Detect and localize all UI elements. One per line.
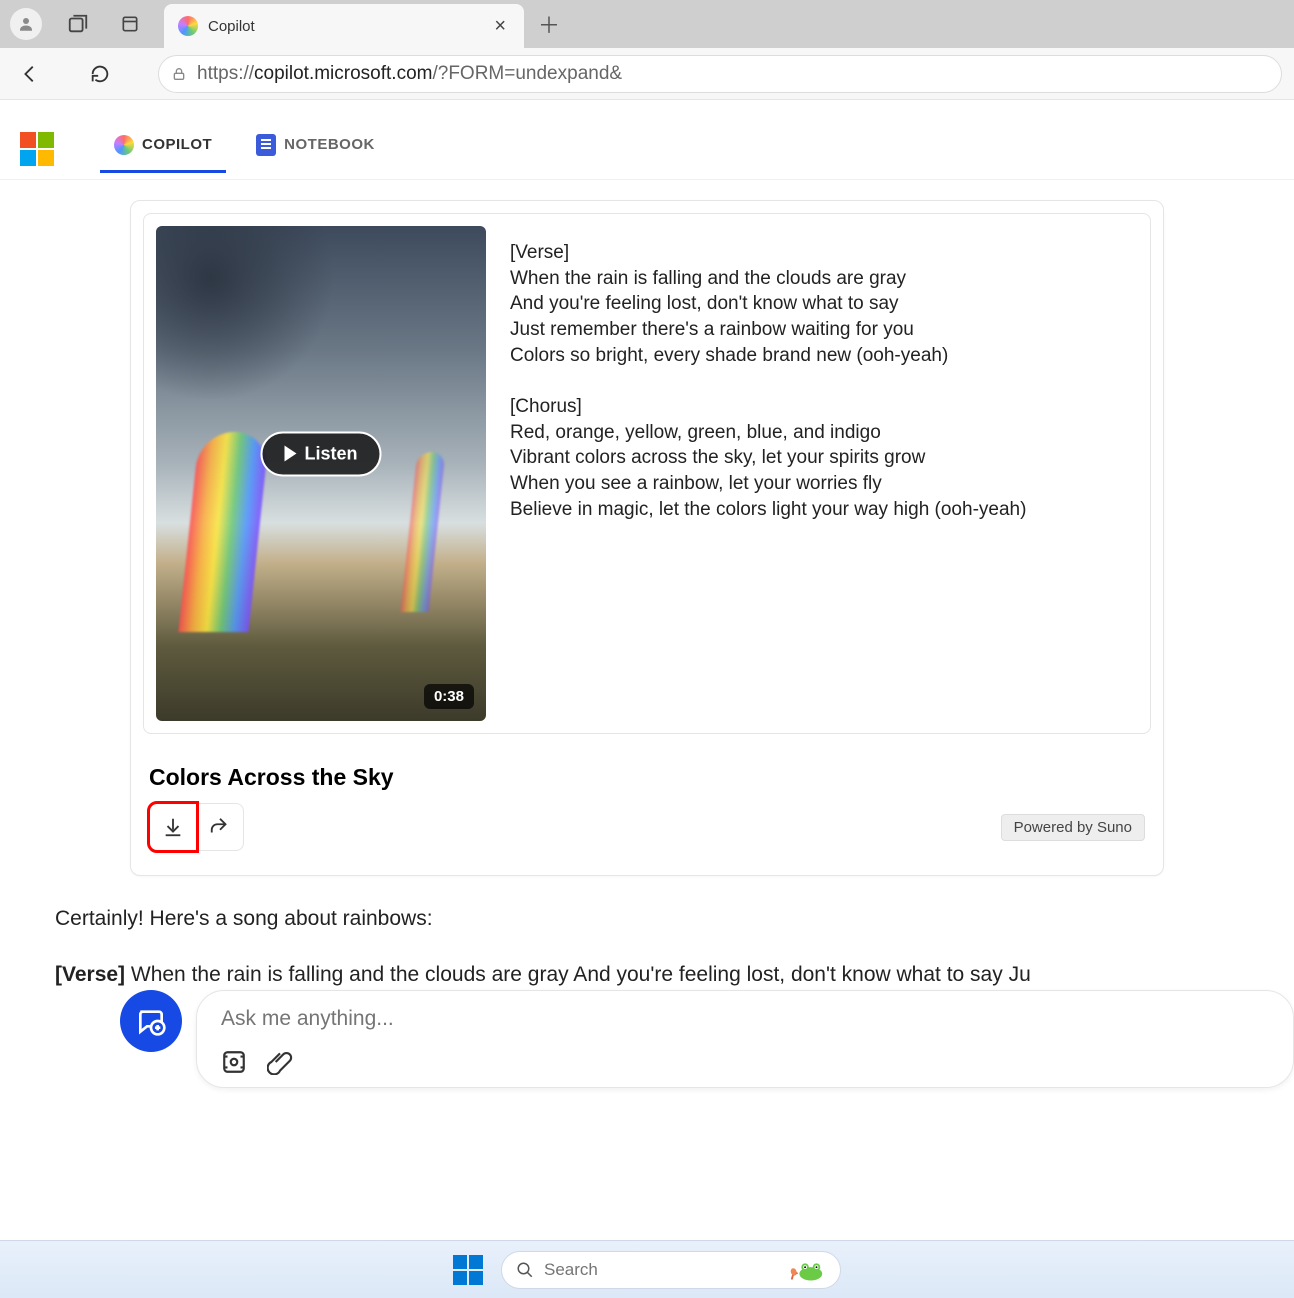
page-tabs: COPILOT NOTEBOOK [0,100,1294,180]
verse-tag: [Verse] [55,963,125,986]
verse-inline-row: [Verse] When the rain is falling and the… [55,960,1274,990]
tab-notebook-label: NOTEBOOK [284,136,375,153]
url-text: https://copilot.microsoft.com/?FORM=unde… [197,63,622,85]
share-icon [209,816,231,838]
verse-lines: When the rain is falling and the clouds … [510,268,948,366]
browser-toolbar: https://copilot.microsoft.com/?FORM=unde… [0,48,1294,100]
new-chat-icon [135,1005,167,1037]
ask-tools [221,1049,1269,1075]
workspaces-button[interactable] [58,4,98,44]
profile-button[interactable] [6,4,46,44]
tab-actions-button[interactable] [110,4,150,44]
browser-tab[interactable]: Copilot × [164,4,524,48]
ask-box[interactable] [196,990,1294,1088]
tab-copilot[interactable]: COPILOT [100,125,226,173]
new-tab-button[interactable]: ＋ [538,8,560,40]
assistant-text: Certainly! Here's a song about rainbows:… [20,876,1274,991]
image-search-icon[interactable] [221,1049,247,1075]
card-actions [149,803,244,851]
main-content: Listen 0:38 [Verse] When the rain is fal… [0,200,1294,991]
download-icon [162,816,184,838]
verse-label: [Verse] [510,242,569,263]
back-button[interactable] [12,56,48,92]
taskbar-search[interactable] [501,1251,841,1289]
compose-area [120,990,1294,1088]
attachment-icon[interactable] [267,1049,293,1075]
lyrics-block: [Verse] When the rain is falling and the… [510,226,1138,721]
chorus-label: [Chorus] [510,396,582,417]
start-button[interactable] [453,1255,483,1285]
download-button[interactable] [149,803,197,851]
listen-label: Listen [304,443,357,464]
intro-text: Certainly! Here's a song about rainbows: [55,904,1274,934]
close-tab-icon[interactable]: × [490,15,510,38]
suno-badge: Powered by Suno [1001,814,1145,841]
share-button[interactable] [196,803,244,851]
windows-taskbar [0,1240,1294,1298]
tab-copilot-label: COPILOT [142,136,212,153]
ask-input[interactable] [221,1007,1269,1031]
song-artwork[interactable]: Listen 0:38 [156,226,486,721]
copilot-icon [114,135,134,155]
listen-button[interactable]: Listen [260,431,381,476]
tab-title: Copilot [208,18,480,35]
avatar-icon [10,8,42,40]
notebook-icon [256,134,276,156]
new-topic-button[interactable] [120,990,182,1052]
play-icon [284,446,296,462]
duration-badge: 0:38 [424,684,474,709]
search-icon [516,1261,534,1279]
address-bar[interactable]: https://copilot.microsoft.com/?FORM=unde… [158,55,1282,93]
card-footer: Powered by Suno [131,803,1163,851]
song-card: Listen 0:38 [Verse] When the rain is fal… [130,200,1164,876]
copilot-favicon [178,16,198,36]
song-title: Colors Across the Sky [131,746,1163,803]
microsoft-logo[interactable] [20,132,54,166]
browser-tab-strip: Copilot × ＋ [0,0,1294,48]
verse-inline: When the rain is falling and the clouds … [125,963,1031,986]
song-row: Listen 0:38 [Verse] When the rain is fal… [143,213,1151,734]
chorus-lines: Red, orange, yellow, green, blue, and in… [510,422,1026,520]
lock-icon [171,66,187,82]
taskbar-search-input[interactable] [544,1260,778,1280]
refresh-button[interactable] [82,56,118,92]
tab-notebook[interactable]: NOTEBOOK [242,124,389,174]
search-highlight-icon [788,1258,826,1282]
